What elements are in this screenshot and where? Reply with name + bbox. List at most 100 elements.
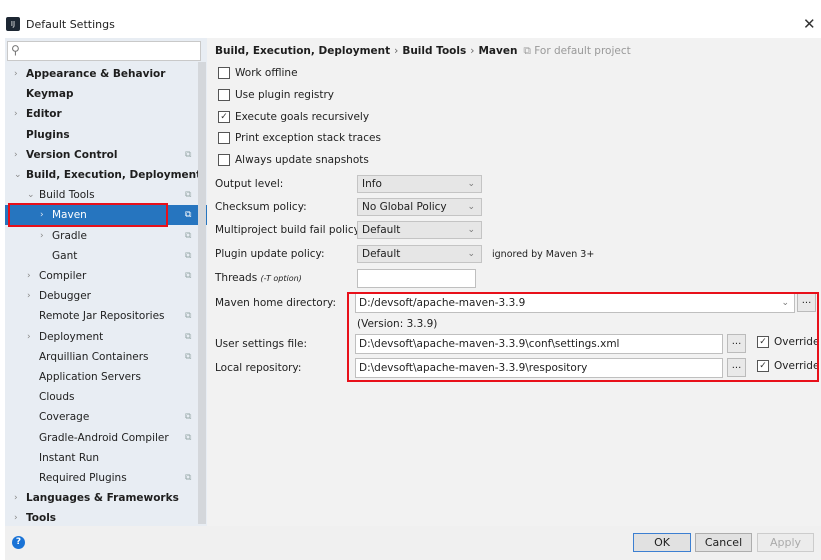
sidebar-item-application-servers[interactable]: Application Servers xyxy=(5,367,199,387)
sidebar-item-arquillian-containers[interactable]: Arquillian Containers ⧉ xyxy=(5,347,199,367)
sidebar-item-instant-run[interactable]: Instant Run xyxy=(5,448,199,468)
sidebar-item-version-control[interactable]: › Version Control ⧉ xyxy=(5,145,199,165)
checkbox-unchecked-icon xyxy=(218,154,230,167)
chevron-right-icon[interactable]: › xyxy=(40,226,44,246)
multiproject-policy-select[interactable]: Default ⌄ xyxy=(357,221,482,239)
sidebar-item-compiler[interactable]: › Compiler ⧉ xyxy=(5,266,199,286)
checkbox-execute-goals-recursively[interactable]: ✓ Execute goals recursively xyxy=(218,110,369,126)
breadcrumb-separator: › xyxy=(470,45,475,57)
sidebar-item-label: Deployment xyxy=(39,330,104,343)
sidebar-item-label: Application Servers xyxy=(39,371,141,383)
sidebar-item-languages-frameworks[interactable]: › Languages & Frameworks xyxy=(5,488,199,508)
sidebar-item-label: Plugins xyxy=(26,128,70,141)
close-icon[interactable]: ✕ xyxy=(803,15,816,33)
checkbox-use-plugin-registry[interactable]: Use plugin registry xyxy=(218,88,334,104)
local-repository-label: Local repository: xyxy=(215,362,302,374)
checkbox-always-update-snapshots[interactable]: Always update snapshots xyxy=(218,153,369,169)
multiproject-policy-label: Multiproject build fail policy: xyxy=(215,224,363,236)
sidebar-item-label: Remote Jar Repositories xyxy=(39,310,165,323)
project-copy-icon: ⧉ xyxy=(185,331,192,342)
search-input[interactable]: ⚲ xyxy=(7,41,201,61)
checkbox-unchecked-icon xyxy=(218,132,230,145)
sidebar-item-label: Required Plugins xyxy=(39,472,127,484)
sidebar-item-gradle-android-compiler[interactable]: Gradle-Android Compiler ⧉ xyxy=(5,428,199,448)
sidebar-item-label: Gradle xyxy=(52,229,87,242)
output-level-value: Info xyxy=(362,178,382,190)
breadcrumb-item: Maven xyxy=(478,45,518,57)
title-bar xyxy=(0,0,821,38)
copy-icon: ⧉ xyxy=(523,45,535,57)
cancel-button[interactable]: Cancel xyxy=(695,533,752,552)
plugin-update-policy-select[interactable]: Default ⌄ xyxy=(357,245,482,263)
project-copy-icon: ⧉ xyxy=(185,473,192,483)
sidebar-item-label: Keymap xyxy=(26,88,74,101)
sidebar-item-debugger[interactable]: › Debugger xyxy=(5,286,199,306)
sidebar-item-label: Gradle-Android Compiler xyxy=(39,431,169,444)
project-copy-icon: ⧉ xyxy=(185,230,192,241)
sidebar-item-label: Compiler xyxy=(39,270,87,282)
sidebar-item-deployment[interactable]: › Deployment ⧉ xyxy=(5,327,199,347)
project-copy-icon: ⧉ xyxy=(185,311,192,322)
apply-button[interactable]: Apply xyxy=(757,533,814,552)
sidebar-item-label: Editor xyxy=(26,108,62,121)
breadcrumb: Build, Execution, Deployment › Build Tools… xyxy=(215,45,631,58)
sidebar-item-label: Clouds xyxy=(39,391,75,404)
sidebar-scrollbar[interactable] xyxy=(198,62,206,524)
plugin-update-policy-value: Default xyxy=(362,248,401,260)
sidebar-item-appearance-behavior[interactable]: › Appearance & Behavior xyxy=(5,64,199,84)
project-copy-icon: ⧉ xyxy=(185,412,192,423)
sidebar-item-gradle[interactable]: › Gradle ⧉ xyxy=(5,226,199,246)
sidebar-item-label: Build, Execution, Deployment xyxy=(26,169,202,181)
sidebar-item-required-plugins[interactable]: Required Plugins ⧉ xyxy=(5,468,199,488)
sidebar-item-build-execution-deployment[interactable]: ⌄ Build, Execution, Deployment xyxy=(5,165,202,185)
chevron-down-icon[interactable]: ⌄ xyxy=(14,165,22,185)
sidebar-item-label: Arquillian Containers xyxy=(39,350,149,363)
sidebar-item-gant[interactable]: Gant ⧉ xyxy=(5,246,199,266)
checksum-policy-value: No Global Policy xyxy=(362,201,447,213)
sidebar-item-plugins[interactable]: Plugins xyxy=(5,125,199,145)
checkbox-label: Work offline xyxy=(235,67,298,79)
checksum-policy-label: Checksum policy: xyxy=(215,201,307,213)
checkbox-unchecked-icon xyxy=(218,67,230,79)
sidebar-item-label: Gant xyxy=(52,249,78,262)
default-project-hint: For default project xyxy=(534,45,631,57)
user-settings-label: User settings file: xyxy=(215,338,308,350)
sidebar-item-label: Instant Run xyxy=(39,451,100,464)
breadcrumb-item: Build Tools xyxy=(402,45,467,57)
sidebar-item-label: Debugger xyxy=(39,290,91,303)
highlight-box-maven xyxy=(8,203,168,227)
chevron-right-icon[interactable]: › xyxy=(14,488,18,508)
project-copy-icon: ⧉ xyxy=(185,190,192,201)
project-copy-icon: ⧉ xyxy=(185,271,192,281)
chevron-right-icon[interactable]: › xyxy=(27,327,31,347)
help-icon[interactable]: ? xyxy=(12,536,25,549)
breadcrumb-separator: › xyxy=(394,45,399,57)
chevron-right-icon[interactable]: › xyxy=(27,266,31,286)
checkbox-checked-icon: ✓ xyxy=(218,110,230,123)
chevron-down-icon: ⌄ xyxy=(467,202,475,212)
chevron-right-icon[interactable]: › xyxy=(14,145,18,165)
chevron-right-icon[interactable]: › xyxy=(14,104,18,124)
checksum-policy-select[interactable]: No Global Policy ⌄ xyxy=(357,198,482,216)
project-copy-icon: ⧉ xyxy=(185,351,192,362)
checkbox-print-exception-stack-traces[interactable]: Print exception stack traces xyxy=(218,131,381,147)
sidebar-item-remote-jar-repositories[interactable]: Remote Jar Repositories ⧉ xyxy=(5,306,199,326)
chevron-right-icon[interactable]: › xyxy=(14,64,18,84)
chevron-right-icon[interactable]: › xyxy=(27,286,31,306)
sidebar-item-keymap[interactable]: Keymap xyxy=(5,84,199,104)
maven-home-label: Maven home directory: xyxy=(215,297,337,309)
threads-label: Threads (-T option) xyxy=(215,272,302,284)
ok-button[interactable]: OK xyxy=(633,533,691,552)
sidebar-item-editor[interactable]: › Editor xyxy=(5,104,199,124)
search-icon: ⚲ xyxy=(11,43,20,57)
checkbox-work-offline[interactable]: Work offline xyxy=(218,66,298,82)
plugin-update-note: ignored by Maven 3+ xyxy=(492,249,595,260)
threads-input[interactable] xyxy=(357,269,476,288)
breadcrumb-item: Build, Execution, Deployment xyxy=(215,45,391,57)
highlight-box-maven-paths xyxy=(347,292,819,382)
output-level-select[interactable]: Info ⌄ xyxy=(357,175,482,193)
sidebar-item-clouds[interactable]: Clouds xyxy=(5,387,199,407)
output-level-label: Output level: xyxy=(215,178,284,190)
sidebar-item-coverage[interactable]: Coverage ⧉ xyxy=(5,407,199,427)
project-copy-icon: ⧉ xyxy=(185,432,192,443)
